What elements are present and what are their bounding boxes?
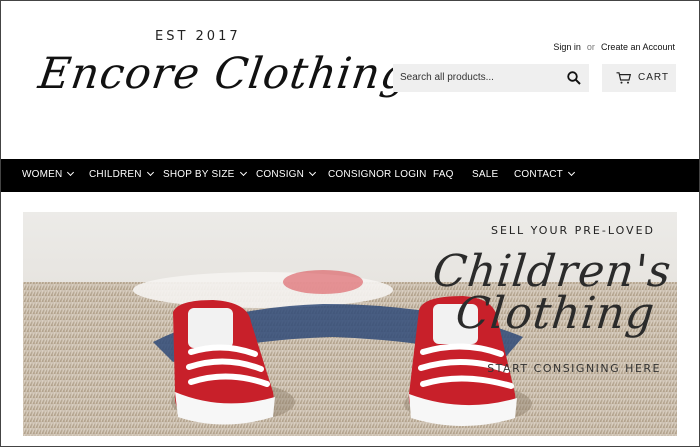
nav-label: FAQ xyxy=(433,169,454,180)
established-tagline: EST 2017 xyxy=(155,29,241,44)
or-separator: or xyxy=(586,42,595,52)
nav-item-sale[interactable]: SALE xyxy=(472,169,498,180)
create-account-link[interactable]: Create an Account xyxy=(601,42,675,52)
nav-label: CONSIGN xyxy=(256,169,305,180)
nav-label: SHOP BY SIZE xyxy=(163,169,235,180)
nav-item-children[interactable]: CHILDREN xyxy=(89,168,154,180)
hero-cta[interactable]: START CONSIGNING HERE xyxy=(487,362,661,375)
account-links: Sign in or Create an Account xyxy=(553,42,675,52)
page: EST 2017 Encore Clothing Sign in or Create… xyxy=(0,0,700,447)
hero-banner[interactable]: SELL YOUR PRE-LOVED Children's Clothing … xyxy=(23,212,677,436)
chevron-down-icon xyxy=(567,168,576,177)
brand-logo[interactable]: Encore Clothing xyxy=(35,49,412,99)
nav-item-consign[interactable]: CONSIGN xyxy=(256,168,317,180)
sign-in-link[interactable]: Sign in xyxy=(553,42,581,52)
search-icon[interactable] xyxy=(567,71,581,85)
cart-label: CART xyxy=(638,72,670,83)
hero-script-line2: Clothing xyxy=(453,288,658,339)
nav-label: CONSIGNOR LOGIN xyxy=(328,169,427,180)
nav-item-consignor-login[interactable]: CONSIGNOR LOGIN xyxy=(328,169,427,180)
chevron-down-icon xyxy=(309,168,317,177)
chevron-down-icon xyxy=(67,168,75,177)
nav-label: WOMEN xyxy=(22,169,63,180)
search-placeholder: Search all products... xyxy=(400,72,494,83)
nav-item-shop-by-size[interactable]: SHOP BY SIZE xyxy=(163,168,247,180)
nav-item-contact[interactable]: CONTACT xyxy=(514,168,576,180)
chevron-down-icon xyxy=(146,168,154,177)
nav-label: CHILDREN xyxy=(89,169,142,180)
chevron-down-icon xyxy=(239,168,247,177)
main-nav: WOMEN CHILDREN SHOP BY SIZE CONSIGN CONS… xyxy=(1,159,699,192)
cart-button[interactable]: CART xyxy=(602,64,676,92)
nav-item-women[interactable]: WOMEN xyxy=(22,168,75,180)
nav-label: CONTACT xyxy=(514,169,563,180)
search-input[interactable]: Search all products... xyxy=(393,64,589,92)
cart-icon xyxy=(616,72,631,84)
nav-item-faq[interactable]: FAQ xyxy=(433,169,454,180)
nav-label: SALE xyxy=(472,169,499,180)
hero-eyebrow: SELL YOUR PRE-LOVED xyxy=(491,224,655,237)
